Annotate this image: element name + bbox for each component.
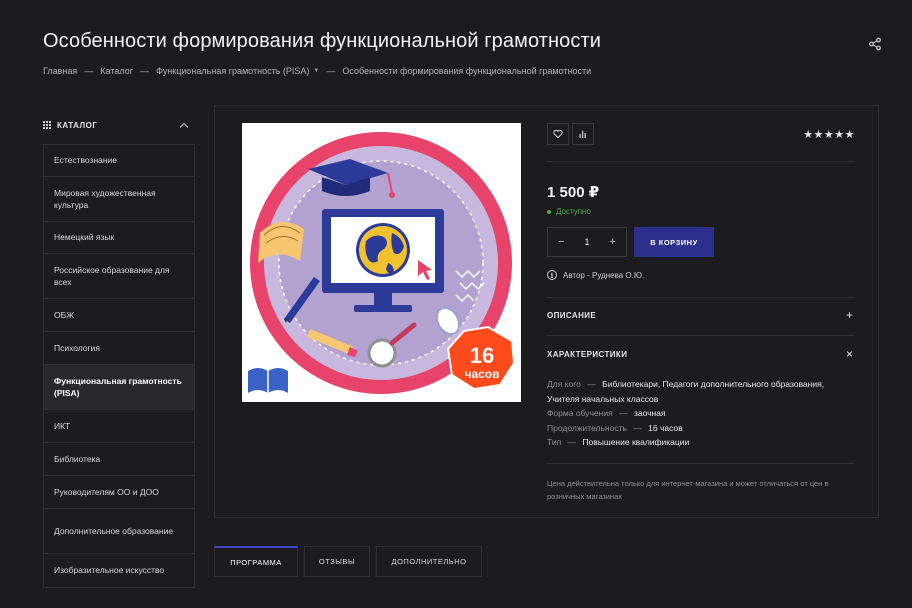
availability-status: Доступно [547, 207, 591, 216]
divider [547, 335, 855, 336]
product-card: 16 часов ★★★★★ 1 500 ₽ Доступно − 1 + В … [214, 105, 879, 518]
caret-down-icon[interactable]: ▼ [313, 68, 319, 74]
sidebar-item-german[interactable]: Немецкий язык [44, 222, 194, 254]
price-note: Цена действительна только для интернет-м… [547, 479, 829, 501]
characteristic-value: 16 часов [648, 422, 683, 433]
tab-reviews[interactable]: ОТЗЫВЫ [304, 546, 370, 577]
tab-program[interactable]: ПРОГРАММА [214, 546, 298, 577]
sidebar-item-library[interactable]: Библиотека [44, 443, 194, 476]
availability-label: Доступно [556, 207, 591, 216]
book-logo-icon [248, 368, 288, 393]
catalog-header[interactable]: КАТАЛОГ [43, 106, 195, 144]
breadcrumb-home[interactable]: Главная [43, 66, 77, 76]
catalog-menu: Естествознание Мировая художественная ку… [43, 144, 195, 588]
characteristic-value: заочная [633, 408, 666, 418]
sidebar-item-psychology[interactable]: Психология [44, 332, 194, 365]
info-icon: i [547, 270, 557, 280]
breadcrumb-section[interactable]: Функциональная грамотность (PISA) [156, 66, 309, 76]
characteristic-row: Продолжительность — 16 часов [547, 422, 683, 433]
characteristic-key: Продолжительность [547, 422, 627, 433]
status-dot-icon [547, 209, 551, 214]
characteristic-key: Тип [547, 437, 562, 447]
minus-button[interactable]: − [558, 236, 564, 248]
sidebar-item-managers[interactable]: Руководителям ОО и ДОО [44, 476, 194, 509]
product-tabs: ПРОГРАММА ОТЗЫВЫ ДОПОЛНИТЕЛЬНО [214, 546, 488, 577]
product-image[interactable]: 16 часов [242, 123, 521, 402]
course-illustration: 16 часов [248, 132, 516, 394]
hours-badge-number: 16 [470, 343, 494, 368]
sidebar-item-fine-art[interactable]: Изобразительное искусство [44, 554, 194, 587]
breadcrumb-catalog[interactable]: Каталог [100, 66, 133, 76]
catalog-title: КАТАЛОГ [57, 120, 98, 130]
close-icon[interactable]: × [846, 348, 853, 360]
description-accordion-title[interactable]: ОПИСАНИЕ [547, 311, 596, 320]
divider [547, 463, 855, 464]
favorite-button[interactable] [547, 123, 569, 145]
breadcrumb-current: Особенности формирования функциональной … [342, 66, 592, 76]
divider [547, 297, 855, 298]
characteristic-row: Форма обучения — заочная [547, 408, 666, 418]
sidebar-item-pisa[interactable]: Функциональная грамотность (PISA) [44, 365, 194, 410]
sidebar-item-russian-education[interactable]: Российское образование для всех [44, 254, 194, 299]
author-info: i Автор - Руднева О.Ю. [547, 270, 644, 280]
chevron-up-icon[interactable] [179, 122, 189, 131]
catalog-sidebar: КАТАЛОГ Естествознание Мировая художеств… [43, 106, 195, 588]
author-label: Автор - Руднева О.Ю. [563, 270, 645, 280]
breadcrumb: Главная — Каталог — Функциональная грамо… [43, 66, 592, 76]
sidebar-item-obzh[interactable]: ОБЖ [44, 299, 194, 332]
rating-stars: ★★★★★ [803, 129, 855, 141]
sidebar-item-estestvoznanie[interactable]: Естествознание [44, 145, 194, 177]
hours-badge-unit: часов [464, 367, 499, 381]
share-icon[interactable] [868, 37, 882, 51]
plus-icon[interactable]: + [846, 309, 853, 321]
compare-button[interactable] [572, 123, 594, 145]
characteristic-row: Тип — Повышение квалификации [547, 437, 690, 447]
product-price: 1 500 ₽ [547, 184, 600, 201]
sidebar-item-ikt[interactable]: ИКТ [44, 410, 194, 443]
sidebar-item-mhk[interactable]: Мировая художественная культура [44, 177, 194, 222]
characteristic-value: Повышение квалификации [582, 437, 690, 447]
characteristic-key: Для кого [547, 379, 581, 389]
add-to-cart-button[interactable]: В КОРЗИНУ [634, 227, 714, 257]
bar-chart-icon [579, 131, 586, 138]
plus-button[interactable]: + [610, 236, 616, 248]
sidebar-item-additional-education[interactable]: Дополнительное образование [44, 509, 194, 554]
characteristics-accordion-title[interactable]: ХАРАКТЕРИСТИКИ [547, 350, 627, 359]
characteristic-key: Форма обучения [547, 408, 613, 418]
tab-additional[interactable]: ДОПОЛНИТЕЛЬНО [376, 546, 482, 577]
heart-icon [553, 129, 563, 139]
quantity-stepper: − 1 + [547, 227, 627, 257]
quantity-value[interactable]: 1 [584, 237, 589, 247]
page-title: Особенности формирования функциональной … [43, 30, 602, 52]
characteristics-list: Для кого — Библиотекари, Педагоги дополн… [547, 377, 855, 450]
divider [547, 161, 855, 162]
grid-icon [43, 121, 51, 129]
characteristic-row: Для кого — Библиотекари, Педагоги дополн… [547, 379, 825, 404]
